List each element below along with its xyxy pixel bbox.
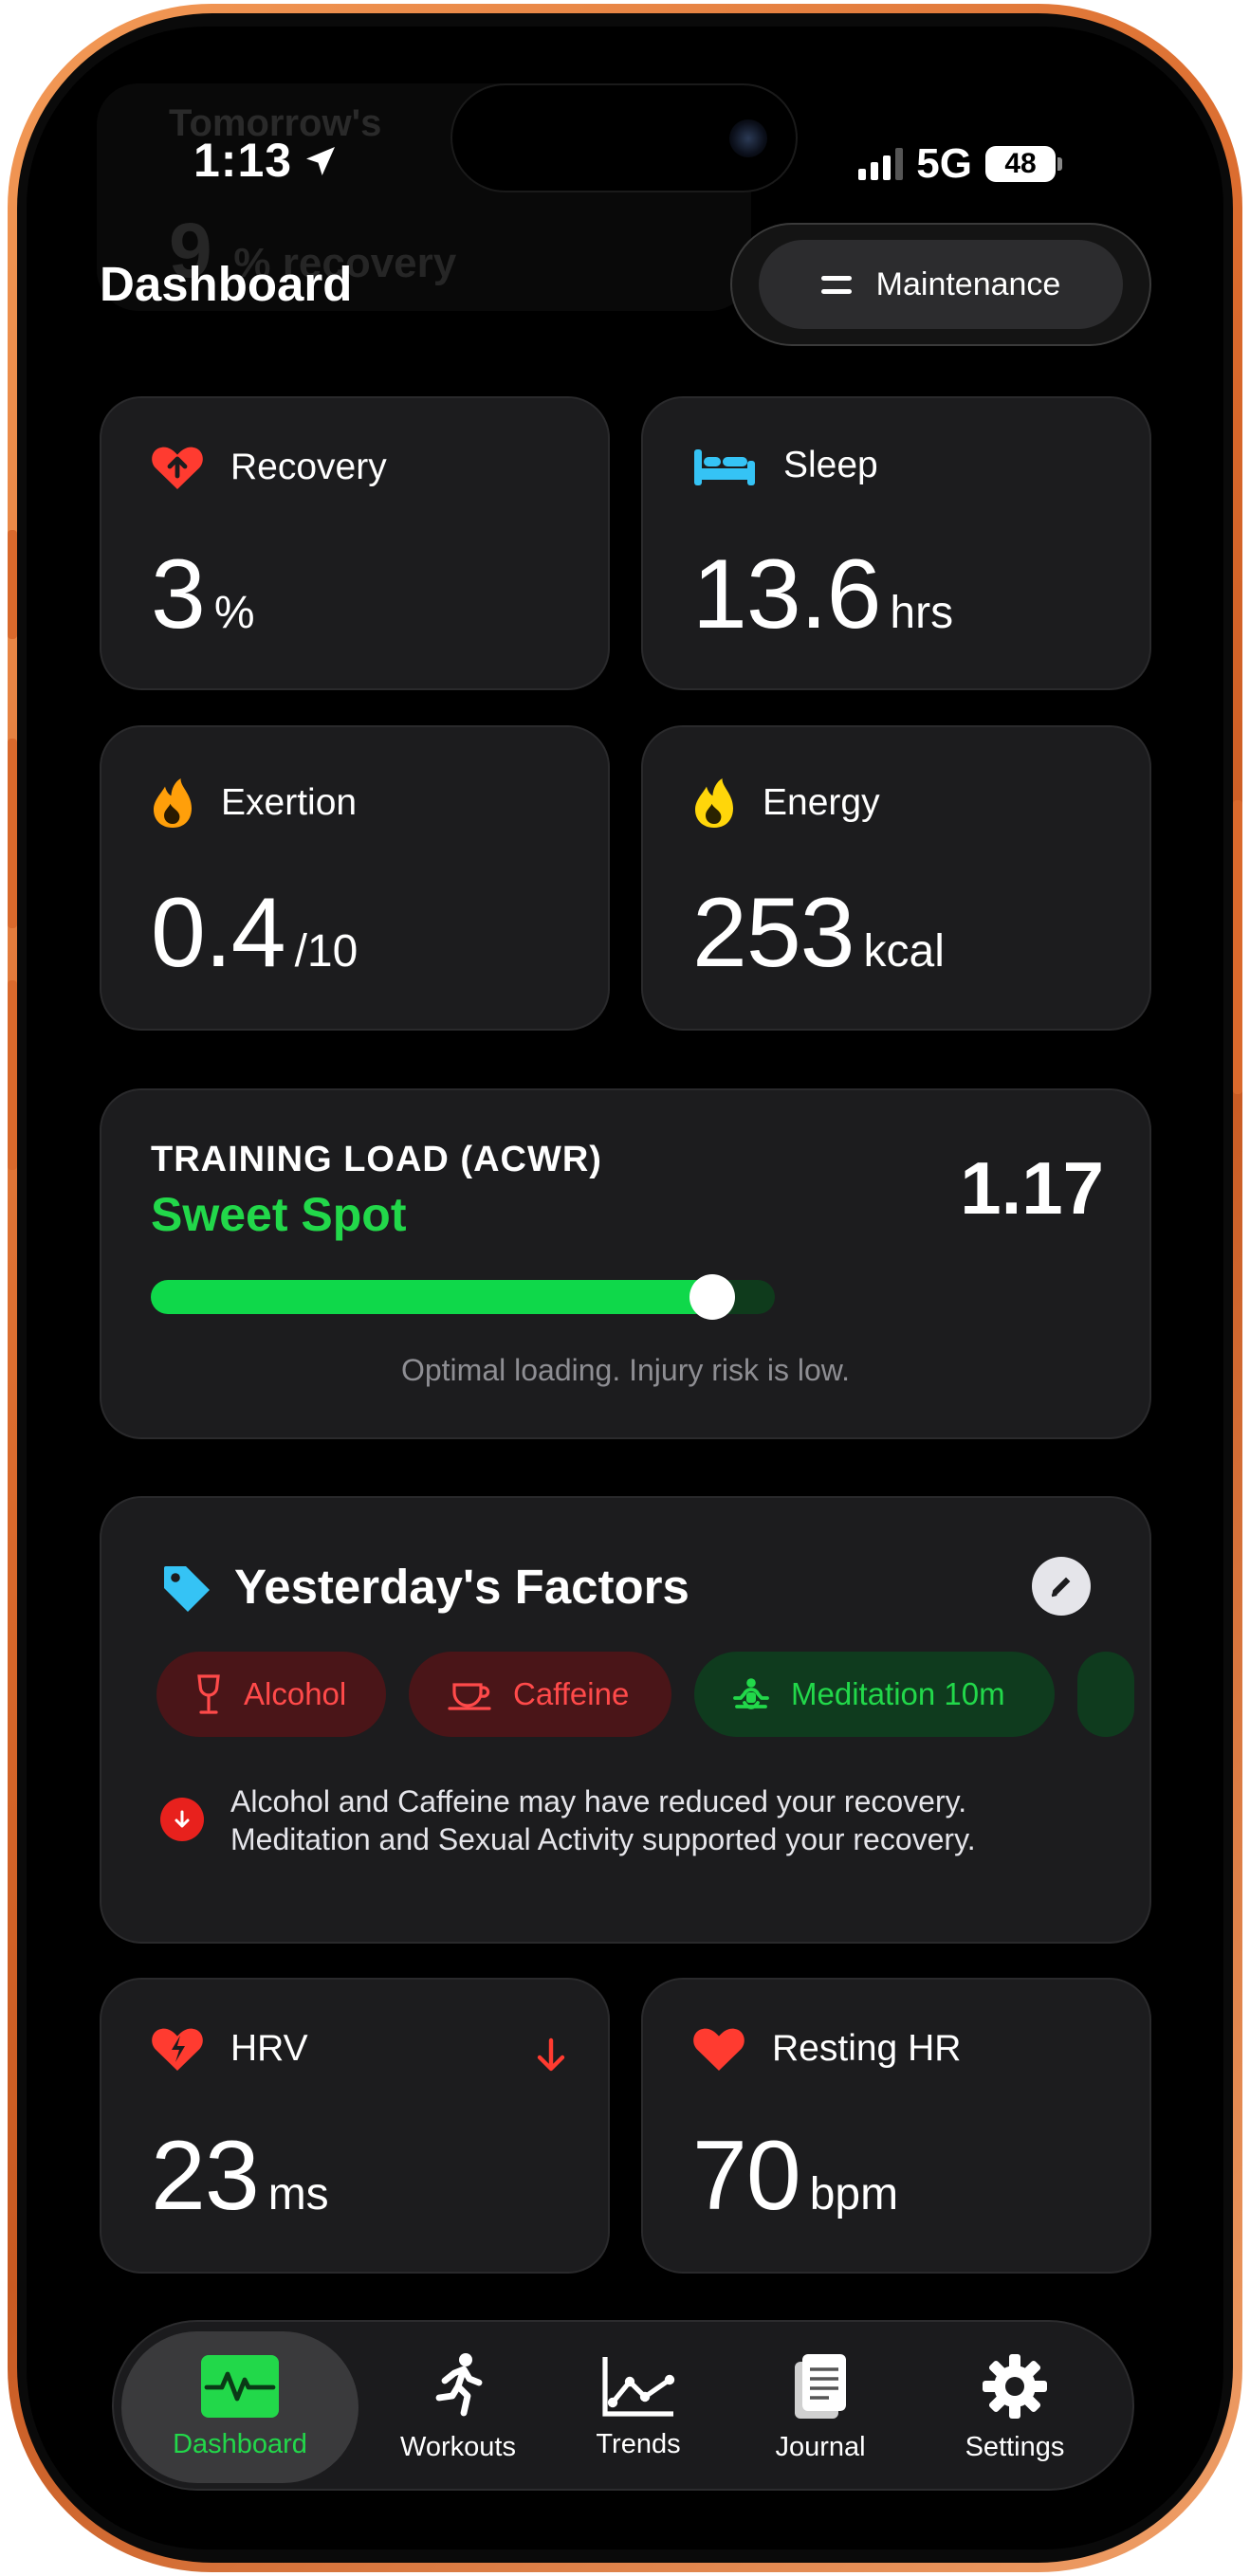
network-type: 5G (916, 140, 972, 187)
bed-icon (694, 449, 755, 485)
coffee-cup-icon (448, 1683, 491, 1710)
line-chart-icon (602, 2356, 675, 2417)
battery-icon: 48 (985, 146, 1062, 182)
volume-down-button (8, 980, 17, 1170)
down-arrow-icon (160, 1798, 204, 1841)
exertion-label: Exertion (221, 782, 358, 823)
tab-bar: Dashboard Workouts Trends Journal Settin… (112, 2320, 1134, 2491)
running-figure-icon (435, 2352, 483, 2416)
page-title: Dashboard (100, 257, 353, 311)
hrv-card[interactable]: HRV 23 ms (100, 1978, 610, 2274)
training-mode-label: Maintenance (875, 265, 1061, 302)
status-time: 1:13 (193, 133, 340, 188)
factor-chip-list: Alcohol Caffeine Meditation 10m (156, 1652, 1152, 1739)
training-load-value: 1.17 (960, 1146, 1104, 1230)
factors-summary: Alcohol and Caffeine may have reduced yo… (160, 1782, 976, 1858)
location-arrow-icon (306, 147, 336, 175)
pencil-icon (1051, 1577, 1071, 1598)
status-indicators: 5G 48 (858, 140, 1062, 188)
recovery-label: Recovery (230, 447, 387, 487)
dynamic-island (450, 83, 798, 192)
training-load-bar (151, 1274, 775, 1320)
factors-card: Yesterday's Factors Alcohol Caffeine Med… (100, 1496, 1151, 1944)
factor-chip-alcohol[interactable]: Alcohol (156, 1652, 386, 1737)
tab-workouts[interactable]: Workouts (377, 2322, 539, 2493)
exertion-value: 0.4/10 (151, 878, 358, 988)
wine-glass-icon (197, 1674, 220, 1714)
exertion-card[interactable]: Exertion 0.4/10 (100, 725, 610, 1031)
training-load-bar-fill (151, 1280, 713, 1314)
factor-chip-meditation[interactable]: Meditation 10m (694, 1652, 1055, 1737)
action-button (8, 530, 17, 639)
factor-chip-caffeine[interactable]: Caffeine (409, 1652, 671, 1737)
energy-value: 253 kcal (692, 878, 945, 988)
tab-trends[interactable]: Trends (558, 2322, 719, 2493)
energy-card[interactable]: Energy 253 kcal (641, 725, 1151, 1031)
resting-hr-label: Resting HR (772, 2028, 962, 2069)
tab-journal[interactable]: Journal (740, 2322, 901, 2493)
volume-up-button (8, 739, 17, 928)
equals-icon (820, 275, 852, 294)
pulse-icon (201, 2354, 279, 2418)
gear-icon (983, 2353, 1047, 2419)
resting-hr-card[interactable]: Resting HR 70 bpm (641, 1978, 1151, 2274)
cellular-signal-icon (858, 148, 904, 180)
edit-factors-button[interactable] (1032, 1557, 1091, 1616)
factors-summary-line-2: Meditation and Sexual Activity supported… (230, 1822, 976, 1856)
sleep-card[interactable]: Sleep 13.6 hrs (641, 396, 1151, 690)
journal-icon (795, 2353, 846, 2419)
trend-down-icon (537, 2037, 565, 2072)
training-load-label: TRAINING LOAD (ACWR) (151, 1140, 602, 1179)
power-button (1233, 800, 1242, 1094)
tag-icon (164, 1566, 210, 1612)
screen: Tomorrow's 9 % recovery 1:13 5G 48 Dashb… (27, 27, 1223, 2549)
tab-dashboard[interactable]: Dashboard (121, 2331, 358, 2483)
training-load-indicator (689, 1274, 736, 1320)
training-load-note: Optimal loading. Injury risk is low. (400, 1353, 851, 1387)
flame-icon (154, 778, 192, 828)
sleep-label: Sleep (783, 445, 878, 485)
heart-arrow-icon (152, 447, 203, 489)
battery-level: 48 (985, 146, 1056, 182)
hrv-label: HRV (230, 2028, 308, 2069)
energy-label: Energy (763, 782, 880, 823)
factor-chip-partial[interactable] (1077, 1652, 1134, 1737)
recovery-value: 3% (151, 539, 255, 649)
flame-icon (695, 778, 733, 828)
factors-title: Yesterday's Factors (234, 1560, 689, 1614)
training-mode-button[interactable]: Maintenance (730, 223, 1151, 346)
hrv-value: 23 ms (151, 2121, 329, 2231)
camera-icon (729, 119, 767, 157)
training-load-status: Sweet Spot (151, 1188, 407, 1241)
training-load-card[interactable]: TRAINING LOAD (ACWR) Sweet Spot 1.17 Opt… (100, 1088, 1151, 1439)
heart-bolt-icon (152, 2028, 203, 2071)
recovery-card[interactable]: Recovery 3% (100, 396, 610, 690)
meditation-icon (733, 1678, 769, 1709)
resting-hr-value: 70 bpm (692, 2121, 899, 2231)
heart-icon (693, 2028, 744, 2071)
sleep-value: 13.6 hrs (692, 539, 954, 649)
factors-summary-line-1: Alcohol and Caffeine may have reduced yo… (230, 1784, 967, 1818)
tab-settings[interactable]: Settings (920, 2322, 1110, 2493)
